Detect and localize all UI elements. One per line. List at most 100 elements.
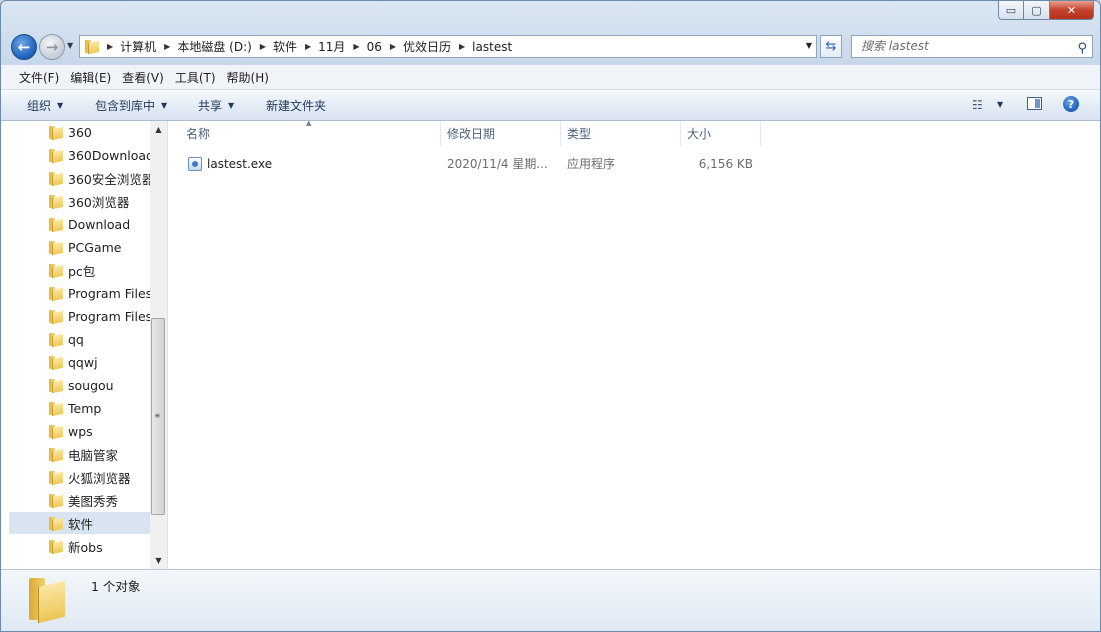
folder-icon [49, 125, 63, 139]
menu-edit[interactable]: 编辑(E) [70, 69, 119, 86]
tree-item-360[interactable]: 360 [9, 121, 150, 143]
file-size: 6,156 KB [698, 157, 753, 171]
address-history-dropdown[interactable]: ▼ [806, 41, 812, 50]
share-button[interactable]: 共享 ▼ [198, 97, 234, 114]
tree-item-firefox[interactable]: 火狐浏览器 [9, 466, 150, 488]
forward-arrow-icon: → [45, 38, 59, 56]
tree-item-pc-package[interactable]: pc包 [9, 259, 150, 281]
file-list: ▲ 名称 修改日期 类型 大小 lastest.exe 2020/11/4 星期… [168, 119, 1100, 569]
column-header-size[interactable]: 大小 [681, 121, 761, 146]
maximize-button[interactable]: ▢ [1024, 1, 1050, 20]
back-button[interactable]: ← [11, 34, 37, 60]
menu-bar: 文件(F) 编辑(E) 查看(V) 工具(T) 帮助(H) [1, 65, 1100, 90]
tree-item-pcgame[interactable]: PCGame [9, 236, 150, 258]
tree-item-label: wps [68, 423, 93, 439]
chevron-right-icon[interactable]: ▶ [260, 42, 266, 51]
tree-item-qq[interactable]: qq [9, 328, 150, 350]
close-button[interactable]: ✕ [1050, 1, 1094, 20]
breadcrumb-software[interactable]: 软件 [273, 38, 297, 55]
back-arrow-icon: ← [17, 38, 31, 56]
tree-item-label: 电脑管家 [68, 447, 119, 463]
tree-item-sougou[interactable]: sougou [9, 374, 150, 396]
tree-item-360-secure-browser[interactable]: 360安全浏览器 [9, 167, 150, 189]
recent-pages-dropdown[interactable]: ▼ [67, 41, 73, 50]
new-folder-button[interactable]: 新建文件夹 [266, 97, 326, 114]
tree-item-label: 360Download [68, 147, 150, 163]
table-row[interactable]: lastest.exe 2020/11/4 星期... 应用程序 6,156 K… [168, 153, 768, 175]
search-icon[interactable]: ⚲ [1077, 38, 1087, 59]
breadcrumb-lastest[interactable]: lastest [472, 40, 512, 54]
nav-scrollbar[interactable]: ▲ ≡ ▼ [150, 121, 167, 569]
chevron-right-icon[interactable]: ▶ [459, 42, 465, 51]
breadcrumb-november[interactable]: 11月 [318, 38, 345, 55]
chevron-right-icon[interactable]: ▶ [305, 42, 311, 51]
menu-tools[interactable]: 工具(T) [175, 69, 224, 86]
folder-icon [49, 194, 63, 208]
exe-file-icon [188, 157, 202, 171]
breadcrumb: ▶ 计算机 ▶ 本地磁盘 (D:) ▶ 软件 ▶ 11月 ▶ 06 ▶ 优效日历… [99, 36, 512, 57]
tree-item-meitu[interactable]: 美图秀秀 [9, 489, 150, 511]
tree-item-label: Program Files [68, 308, 150, 324]
tree-item-label: pc包 [68, 263, 96, 279]
tree-item-label: Temp [68, 400, 102, 416]
tree-item-label: Download [68, 216, 131, 232]
tree-item-wps[interactable]: wps [9, 420, 150, 442]
tree-item-label: 新obs [68, 539, 103, 555]
tree-item-label: sougou [68, 377, 114, 393]
chevron-right-icon[interactable]: ▶ [390, 42, 396, 51]
view-options-icon[interactable]: ☷ [972, 98, 983, 112]
address-bar[interactable]: ▶ 计算机 ▶ 本地磁盘 (D:) ▶ 软件 ▶ 11月 ▶ 06 ▶ 优效日历… [79, 35, 817, 58]
preview-pane-icon[interactable] [1027, 97, 1042, 110]
tree-item-software[interactable]: 软件 [9, 512, 150, 534]
command-bar: 组织 ▼ 包含到库中 ▼ 共享 ▼ 新建文件夹 ☷ ▼ ? [1, 90, 1100, 121]
breadcrumb-computer[interactable]: 计算机 [120, 38, 156, 55]
breadcrumb-calendar[interactable]: 优效日历 [403, 38, 451, 55]
include-library-button[interactable]: 包含到库中 ▼ [95, 97, 167, 114]
tree-item-label: 360 [68, 124, 92, 140]
breadcrumb-drive-d[interactable]: 本地磁盘 (D:) [177, 38, 251, 55]
item-count: 1 个对象 [91, 579, 141, 594]
tree-item-360download[interactable]: 360Download [9, 144, 150, 166]
scroll-up-icon[interactable]: ▲ [150, 121, 167, 138]
menu-help[interactable]: 帮助(H) [227, 69, 277, 86]
search-input[interactable]: 搜索 lastest ⚲ [851, 35, 1093, 58]
tree-item-program-files-2[interactable]: Program Files [9, 305, 150, 327]
menu-view[interactable]: 查看(V) [122, 69, 172, 86]
tree-item-qqwj[interactable]: qqwj [9, 351, 150, 373]
help-icon[interactable]: ? [1063, 96, 1079, 112]
tree-item-label: 360安全浏览器 [68, 171, 150, 187]
share-label: 共享 [198, 98, 223, 113]
tree-item-new-obs[interactable]: 新obs [9, 535, 150, 557]
column-header-type[interactable]: 类型 [561, 121, 681, 146]
view-options-dropdown[interactable]: ▼ [997, 100, 1003, 109]
folder-icon [49, 378, 63, 392]
refresh-icon: ⇆ [825, 39, 837, 54]
scrollbar-thumb[interactable]: ≡ [151, 318, 165, 515]
minimize-button[interactable]: ▭ [998, 1, 1024, 20]
navigation-pane: 360 360Download 360安全浏览器 360浏览器 Download… [1, 121, 168, 569]
column-header-name[interactable]: 名称 [168, 121, 441, 146]
file-name: lastest.exe [207, 157, 273, 171]
tree-item-pc-manager[interactable]: 电脑管家 [9, 443, 150, 465]
tree-item-360-browser[interactable]: 360浏览器 [9, 190, 150, 212]
breadcrumb-06[interactable]: 06 [367, 40, 382, 54]
folder-icon [49, 217, 63, 231]
address-row: ← → ▼ ▶ 计算机 ▶ 本地磁盘 (D:) ▶ 软件 ▶ 11月 ▶ 06 … [1, 31, 1100, 63]
tree-item-download[interactable]: Download [9, 213, 150, 235]
forward-button[interactable]: → [39, 34, 65, 60]
refresh-button[interactable]: ⇆ [820, 35, 842, 58]
folder-icon [49, 447, 63, 461]
scroll-down-icon[interactable]: ▼ [150, 552, 167, 569]
tree-item-temp[interactable]: Temp [9, 397, 150, 419]
tree-item-program-files[interactable]: Program Files [9, 282, 150, 304]
folder-icon [49, 263, 63, 277]
file-date: 2020/11/4 星期... [447, 157, 548, 171]
chevron-right-icon[interactable]: ▶ [107, 42, 113, 51]
menu-file[interactable]: 文件(F) [1, 69, 67, 86]
tree-item-label: 火狐浏览器 [68, 470, 131, 486]
chevron-right-icon[interactable]: ▶ [164, 42, 170, 51]
column-header-date[interactable]: 修改日期 [441, 121, 561, 146]
folder-icon [49, 286, 63, 300]
organize-button[interactable]: 组织 ▼ [27, 97, 63, 114]
chevron-right-icon[interactable]: ▶ [353, 42, 359, 51]
